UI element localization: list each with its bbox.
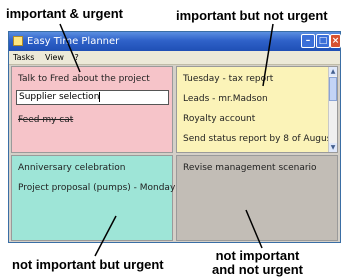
task-item[interactable]: Revise management scenario xyxy=(183,163,317,173)
quadrant-important-not-urgent[interactable]: Tuesday - tax report Leads - mr.Madson R… xyxy=(176,66,338,153)
callout-important-urgent: important & urgent xyxy=(6,6,123,21)
callout-important-not-urgent: important but not urgent xyxy=(176,8,328,23)
task-item[interactable]: Leads - mr.Madson xyxy=(183,94,268,104)
menu-view[interactable]: View xyxy=(41,51,68,64)
minimize-icon: – xyxy=(305,36,311,46)
task-edit-value: Supplier selection xyxy=(19,92,100,102)
maximize-icon: □ xyxy=(318,36,328,46)
menu-bar: Tasks View ? xyxy=(9,51,340,65)
scroll-down-icon[interactable]: ▼ xyxy=(329,143,337,152)
maximize-button[interactable]: □ xyxy=(316,34,330,48)
minimize-button[interactable]: – xyxy=(301,34,315,48)
callout-line-2: and not urgent xyxy=(212,262,303,277)
task-item[interactable]: Project proposal (pumps) - Monday xyxy=(18,183,175,193)
vertical-scrollbar[interactable]: ▲ ▼ xyxy=(328,67,337,152)
task-item[interactable]: Royalty account xyxy=(183,114,255,124)
callout-not-important-not-urgent: not important and not urgent xyxy=(212,249,303,277)
task-item[interactable]: Send status report by 8 of August xyxy=(183,134,335,144)
quadrant-important-urgent[interactable]: Talk to Fred about the project Supplier … xyxy=(11,66,173,153)
task-item[interactable]: Talk to Fred about the project xyxy=(18,74,150,84)
title-bar[interactable]: Easy Time Planner – □ × xyxy=(9,32,341,51)
menu-tasks[interactable]: Tasks xyxy=(9,51,38,64)
window-title: Easy Time Planner xyxy=(27,36,120,47)
menu-help[interactable]: ? xyxy=(71,51,83,64)
app-window: Easy Time Planner – □ × Tasks View ? Tal… xyxy=(8,31,341,243)
callout-line-1: not important xyxy=(215,248,300,263)
quadrant-not-important-not-urgent[interactable]: Revise management scenario xyxy=(176,155,338,241)
text-caret xyxy=(99,91,101,102)
task-item[interactable]: Tuesday - tax report xyxy=(183,74,273,84)
task-item[interactable]: Anniversary celebration xyxy=(18,163,125,173)
quadrant-not-important-urgent[interactable]: Anniversary celebration Project proposal… xyxy=(11,155,175,241)
callout-not-important-urgent: not important but urgent xyxy=(12,257,164,272)
task-edit-field[interactable]: Supplier selection xyxy=(16,90,169,105)
scroll-up-icon[interactable]: ▲ xyxy=(329,67,337,76)
close-icon: × xyxy=(331,36,340,46)
app-icon xyxy=(13,36,23,46)
task-item-completed[interactable]: Feed my cat xyxy=(18,115,73,125)
scroll-thumb[interactable] xyxy=(329,77,337,101)
close-button[interactable]: × xyxy=(330,34,341,48)
